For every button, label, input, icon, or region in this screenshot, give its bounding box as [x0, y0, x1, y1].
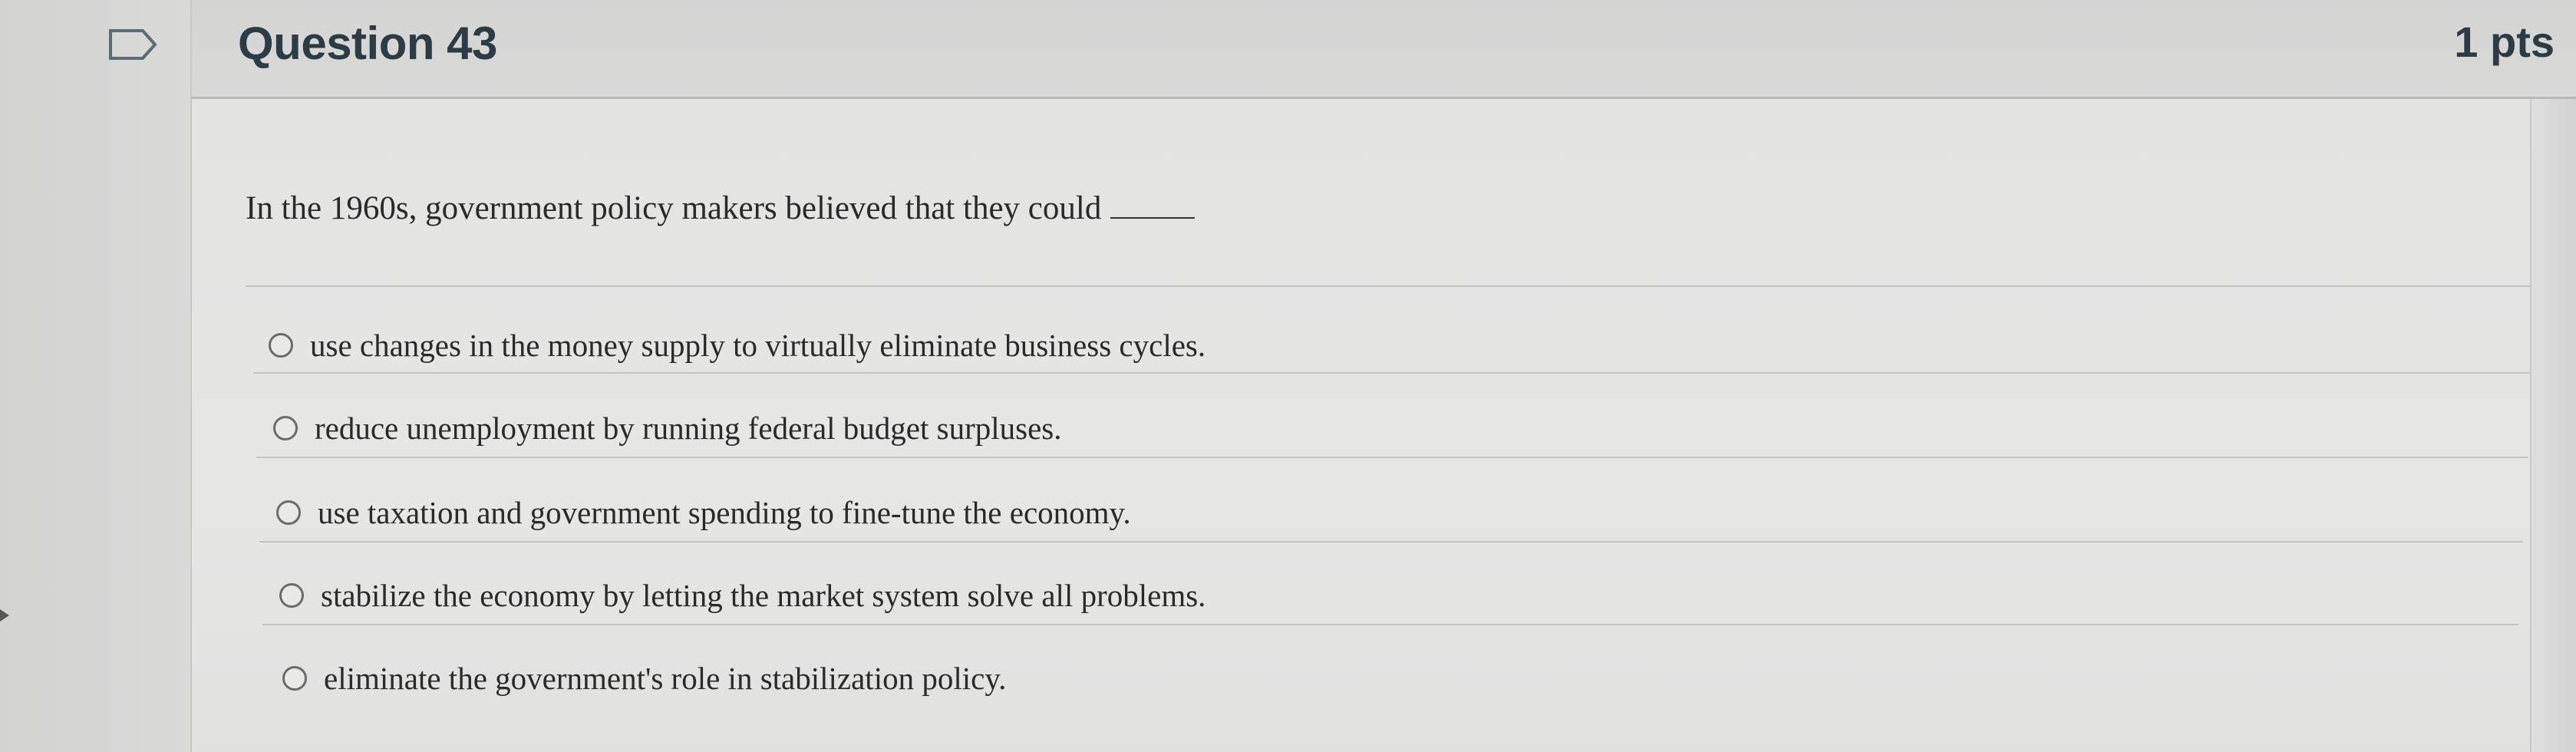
answer-label[interactable]: use changes in the money supply to virtu…	[310, 327, 1206, 364]
radio-unselected-icon[interactable]	[273, 416, 298, 440]
answer-option-5[interactable]: eliminate the government's role in stabi…	[282, 651, 1006, 705]
answer-divider	[253, 372, 2532, 374]
radio-unselected-icon[interactable]	[279, 583, 304, 608]
card-right-edge	[2530, 99, 2576, 752]
answer-divider	[262, 624, 2518, 625]
prompt-divider	[246, 285, 2532, 287]
radio-unselected-icon[interactable]	[282, 666, 307, 691]
radio-unselected-icon[interactable]	[276, 500, 301, 525]
answer-option-1[interactable]: use changes in the money supply to virtu…	[269, 318, 1206, 372]
radio-unselected-icon[interactable]	[269, 333, 293, 358]
answer-divider	[256, 457, 2528, 458]
collapse-arrow-icon[interactable]	[0, 606, 12, 625]
answer-option-3[interactable]: use taxation and government spending to …	[276, 486, 1131, 539]
question-header: Question 43 1 pts	[192, 0, 2576, 99]
left-margin	[0, 0, 190, 752]
answer-divider	[259, 541, 2523, 543]
answer-label[interactable]: eliminate the government's role in stabi…	[324, 660, 1006, 697]
answer-label[interactable]: reduce unemployment by running federal b…	[315, 410, 1062, 447]
answer-option-4[interactable]: stabilize the economy by letting the mar…	[279, 569, 1206, 622]
question-body: In the 1960s, government policy makers b…	[192, 99, 2576, 752]
question-prompt: In the 1960s, government policy makers b…	[246, 190, 1196, 227]
answer-blank	[1110, 194, 1196, 219]
bookmark-flag-icon[interactable]	[107, 26, 161, 63]
question-card: Question 43 1 pts In the 1960s, governme…	[190, 0, 2576, 752]
answer-option-2[interactable]: reduce unemployment by running federal b…	[273, 401, 1062, 455]
answer-label[interactable]: stabilize the economy by letting the mar…	[321, 577, 1206, 614]
question-prompt-text: In the 1960s, government policy makers b…	[246, 190, 1102, 226]
question-points: 1 pts	[2454, 18, 2555, 66]
question-title: Question 43	[238, 18, 497, 69]
answer-label[interactable]: use taxation and government spending to …	[318, 494, 1131, 531]
